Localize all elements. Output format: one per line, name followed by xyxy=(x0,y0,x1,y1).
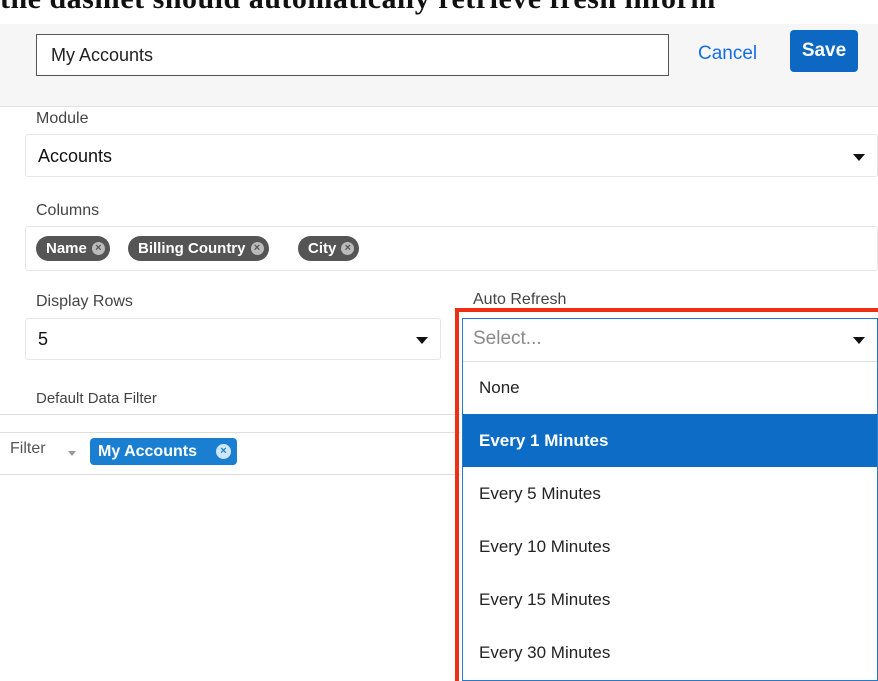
caret-down-icon xyxy=(853,154,865,161)
columns-label: Columns xyxy=(36,202,100,219)
dropdown-option-every-15-minutes[interactable]: Every 15 Minutes xyxy=(463,573,877,626)
caret-down-icon xyxy=(853,337,865,344)
column-pill-label: Name xyxy=(46,240,87,257)
column-pill-label: Billing Country xyxy=(138,240,246,257)
filter-dropdown-button[interactable]: Filter xyxy=(10,440,46,458)
display-rows-label: Display Rows xyxy=(36,293,133,310)
column-pill-name: Name × xyxy=(36,236,110,261)
auto-refresh-dropdown[interactable]: Select... None Every 1 Minutes Every 5 M… xyxy=(462,318,878,681)
remove-column-icon[interactable]: × xyxy=(91,242,105,255)
module-select[interactable]: Accounts xyxy=(25,134,878,177)
caret-down-icon xyxy=(416,337,428,344)
default-data-filter-label: Default Data Filter xyxy=(36,390,157,407)
auto-refresh-placeholder: Select... xyxy=(473,328,542,349)
column-pill-label: City xyxy=(308,240,337,257)
caret-down-icon xyxy=(68,451,76,456)
dropdown-option-every-30-minutes[interactable]: Every 30 Minutes xyxy=(463,626,877,679)
divider xyxy=(0,432,460,433)
module-select-value: Accounts xyxy=(38,146,113,166)
dropdown-option-every-10-minutes[interactable]: Every 10 Minutes xyxy=(463,520,877,573)
remove-filter-icon[interactable]: × xyxy=(216,444,231,459)
module-label: Module xyxy=(36,110,89,127)
divider xyxy=(0,474,460,475)
dropdown-option-every-1-minutes[interactable]: Every 1 Minutes xyxy=(463,414,877,467)
divider xyxy=(0,414,460,415)
dashlet-title-input[interactable]: My Accounts xyxy=(36,34,669,76)
active-filter-pill: My Accounts × xyxy=(90,438,237,465)
display-rows-value: 5 xyxy=(38,329,49,349)
dropdown-option-none[interactable]: None xyxy=(463,361,877,414)
cancel-button[interactable]: Cancel xyxy=(698,37,757,71)
auto-refresh-label: Auto Refresh xyxy=(473,291,567,308)
column-pill-city: City × xyxy=(298,236,360,261)
active-filter-label: My Accounts xyxy=(98,443,197,460)
auto-refresh-select[interactable]: Select... xyxy=(463,319,877,362)
dropdown-option-every-5-minutes[interactable]: Every 5 Minutes xyxy=(463,467,877,520)
save-button[interactable]: Save xyxy=(790,30,858,72)
display-rows-select[interactable]: 5 xyxy=(25,318,441,360)
page-caption: the dashlet should automatically retriev… xyxy=(0,0,878,24)
column-pill-billing-country: Billing Country × xyxy=(128,236,269,261)
remove-column-icon[interactable]: × xyxy=(341,242,355,255)
remove-column-icon[interactable]: × xyxy=(250,242,264,255)
